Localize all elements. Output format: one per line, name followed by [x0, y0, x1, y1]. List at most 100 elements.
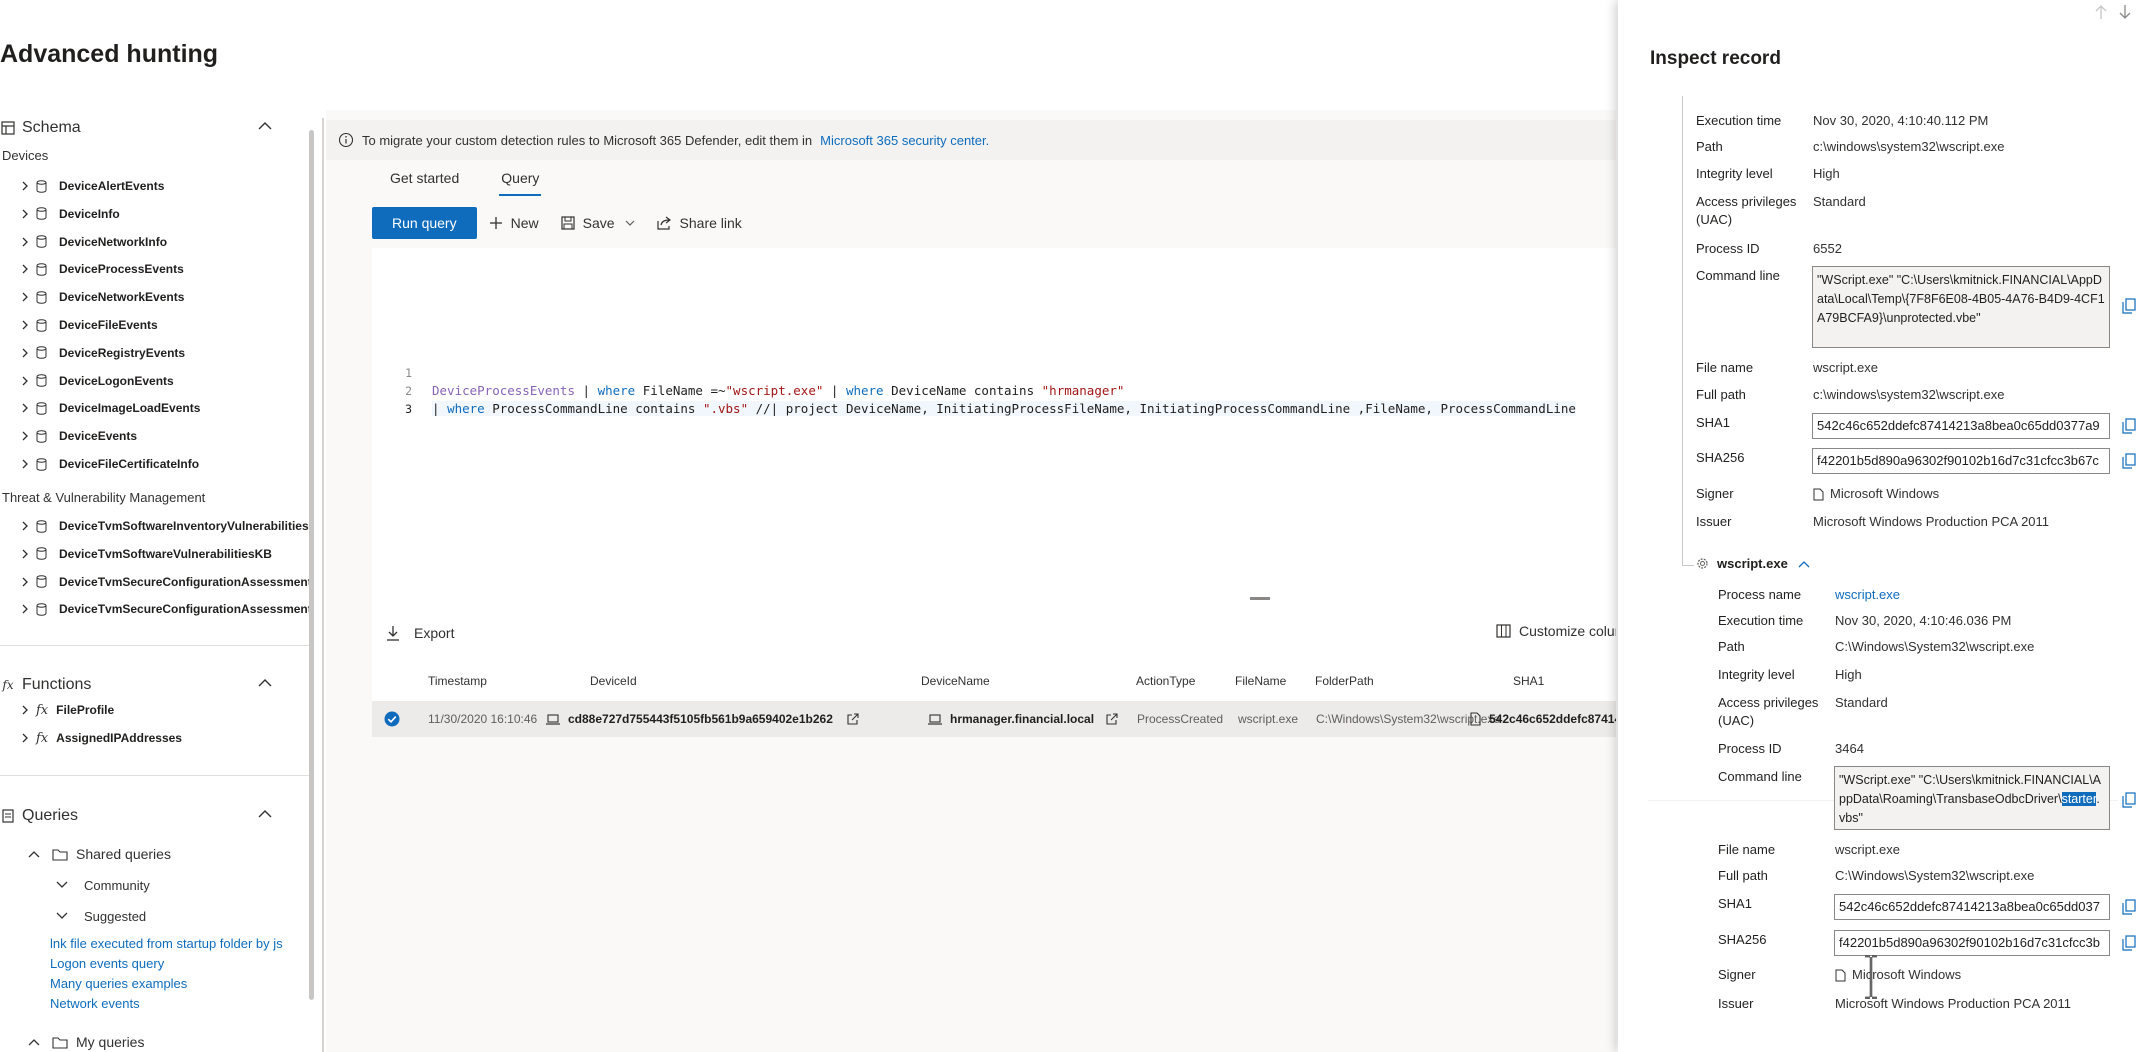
chevron-right-icon[interactable] — [18, 403, 32, 413]
schema-table-item[interactable]: DeviceProcessEvents — [18, 257, 184, 281]
new-query-button[interactable]: New — [489, 215, 539, 231]
schema-table-item[interactable]: DeviceRegistryEvents — [18, 341, 185, 365]
cell-sha1[interactable]: 542c46c652ddefc87414 — [1470, 712, 1616, 726]
table-row[interactable]: 11/30/2020 16:10:46 cd88e727d755443f5105… — [372, 701, 1616, 737]
schema-table-item[interactable]: DeviceAlertEvents — [18, 174, 164, 198]
chevron-up-icon[interactable] — [258, 678, 272, 688]
export-button[interactable]: Export — [386, 625, 454, 641]
code-line-3[interactable]: | where ProcessCommandLine contains ".vb… — [432, 401, 1576, 416]
chevron-right-icon[interactable] — [18, 705, 32, 715]
cell-file-name: wscript.exe — [1238, 712, 1299, 726]
schema-table-item[interactable]: DeviceTvmSecureConfigurationAssessment — [18, 570, 312, 594]
chevron-right-icon[interactable] — [18, 348, 32, 358]
chevron-up-icon[interactable] — [258, 121, 272, 131]
copy-icon[interactable] — [2122, 453, 2136, 469]
copy-icon[interactable] — [2122, 418, 2136, 434]
chevron-right-icon[interactable] — [18, 209, 32, 219]
chevron-right-icon[interactable] — [18, 237, 32, 247]
open-external-icon[interactable] — [847, 713, 859, 725]
schema-table-item[interactable]: DeviceLogonEvents — [18, 369, 174, 393]
sha1-field[interactable]: 542c46c652ddefc87414213a8bea0c65dd037 — [1834, 894, 2110, 920]
column-header[interactable]: FileName — [1235, 674, 1286, 688]
copy-icon[interactable] — [2122, 298, 2136, 314]
chevron-up-icon[interactable] — [28, 850, 40, 858]
command-line-box[interactable]: "WScript.exe" "C:\Users\kmitnick.FINANCI… — [1812, 266, 2110, 348]
command-line-box[interactable]: "WScript.exe" "C:\Users\kmitnick.FINANCI… — [1834, 766, 2110, 830]
chevron-right-icon[interactable] — [18, 459, 32, 469]
schema-table-item[interactable]: DeviceInfo — [18, 202, 120, 226]
cell-device-id[interactable]: cd88e727d755443f5105fb561b9a659402e1b262 — [546, 712, 859, 726]
sha256-field[interactable]: f42201b5d890a96302f90102b16d7c31cfcc3b — [1834, 930, 2110, 956]
schema-table-item[interactable]: DeviceImageLoadEvents — [18, 396, 200, 420]
sha1-field[interactable]: 542c46c652ddefc87414213a8bea0c65dd0377a9 — [1812, 413, 2110, 439]
chevron-right-icon[interactable] — [18, 577, 32, 587]
column-header[interactable]: SHA1 — [1513, 674, 1544, 688]
copy-icon[interactable] — [2122, 899, 2136, 915]
schema-table-item[interactable]: DeviceTvmSoftwareVulnerabilitiesKB — [18, 542, 272, 566]
chevron-down-icon[interactable] — [56, 912, 68, 920]
column-header[interactable]: DeviceName — [921, 674, 990, 688]
queries-section-header[interactable]: Queries — [0, 802, 290, 830]
copy-icon[interactable] — [2122, 935, 2136, 951]
chevron-up-icon[interactable] — [1798, 560, 1810, 568]
share-link-button[interactable]: Share link — [656, 215, 742, 231]
chevron-right-icon[interactable] — [18, 264, 32, 274]
save-button[interactable]: Save — [561, 215, 635, 231]
suggested-folder[interactable]: Suggested — [56, 904, 146, 928]
function-item-fileprofile[interactable]: fx FileProfile — [18, 698, 114, 722]
column-header[interactable]: Timestamp — [428, 674, 487, 688]
function-item-assignedipaddresses[interactable]: fx AssignedIPAddresses — [18, 726, 182, 750]
tab-get-started[interactable]: Get started — [380, 158, 469, 198]
process-node-wscript[interactable]: wscript.exe — [1696, 556, 1810, 571]
schema-table-item[interactable]: DeviceFileCertificateInfo — [18, 452, 199, 476]
chevron-right-icon[interactable] — [18, 320, 32, 330]
query-link[interactable]: lnk file executed from startup folder by… — [50, 936, 283, 951]
chevron-right-icon[interactable] — [18, 181, 32, 191]
schema-table-item[interactable]: DeviceNetworkEvents — [18, 285, 184, 309]
sidebar-scrollbar[interactable] — [309, 130, 314, 1000]
schema-table-item[interactable]: DeviceFileEvents — [18, 313, 158, 337]
chevron-up-icon[interactable] — [258, 809, 272, 819]
schema-table-item[interactable]: DeviceNetworkInfo — [18, 230, 167, 254]
community-folder[interactable]: Community — [56, 873, 150, 897]
my-queries-folder[interactable]: My queries — [28, 1030, 144, 1052]
chevron-right-icon[interactable] — [18, 431, 32, 441]
arrow-down-icon[interactable] — [2118, 4, 2132, 20]
schema-table-item[interactable]: DeviceTvmSoftwareInventoryVulnerabilitie… — [18, 514, 309, 538]
chevron-down-icon[interactable] — [56, 881, 68, 889]
tab-query[interactable]: Query — [491, 158, 549, 198]
copy-icon[interactable] — [2122, 792, 2136, 808]
query-link[interactable]: Many queries examples — [50, 976, 187, 991]
shared-queries-folder[interactable]: Shared queries — [28, 842, 171, 866]
column-header[interactable]: DeviceId — [590, 674, 637, 688]
run-query-button[interactable]: Run query — [372, 207, 477, 239]
query-link[interactable]: Network events — [50, 996, 140, 1011]
schema-table-item[interactable]: DeviceTvmSecureConfigurationAssessmentKB — [18, 597, 312, 621]
code-line-2[interactable]: DeviceProcessEvents | where FileName =~"… — [432, 383, 1124, 398]
schema-section-header[interactable]: Schema — [0, 114, 290, 142]
cell-device-name[interactable]: hrmanager.financial.local — [928, 712, 1118, 726]
chevron-right-icon[interactable] — [18, 292, 32, 302]
checkmark-circle-icon[interactable] — [384, 711, 400, 727]
chevron-right-icon[interactable] — [18, 376, 32, 386]
open-external-icon[interactable] — [1106, 713, 1118, 725]
customize-columns-button[interactable]: Customize colum — [1496, 623, 1616, 639]
chevron-right-icon[interactable] — [18, 521, 32, 531]
chevron-right-icon[interactable] — [18, 733, 32, 743]
chevron-right-icon[interactable] — [18, 604, 32, 614]
sha256-field[interactable]: f42201b5d890a96302f90102b16d7c31cfcc3b67… — [1812, 448, 2110, 474]
schema-table-item[interactable]: DeviceEvents — [18, 424, 137, 448]
process-name-link[interactable]: wscript.exe — [1835, 586, 1900, 604]
chevron-right-icon[interactable] — [18, 549, 32, 559]
security-center-link[interactable]: Microsoft 365 security center. — [820, 133, 989, 148]
pane-splitter[interactable] — [322, 118, 324, 1052]
column-header[interactable]: ActionType — [1136, 674, 1195, 688]
editor-resize-handle[interactable] — [1250, 597, 1270, 600]
column-header[interactable]: FolderPath — [1315, 674, 1374, 688]
arrow-up-icon[interactable] — [2094, 4, 2108, 20]
query-link[interactable]: Logon events query — [50, 956, 164, 971]
chevron-up-icon[interactable] — [28, 1038, 40, 1046]
chevron-down-icon[interactable] — [625, 220, 635, 227]
functions-section-header[interactable]: fx Functions — [0, 671, 290, 699]
row-checkbox[interactable] — [384, 711, 400, 727]
